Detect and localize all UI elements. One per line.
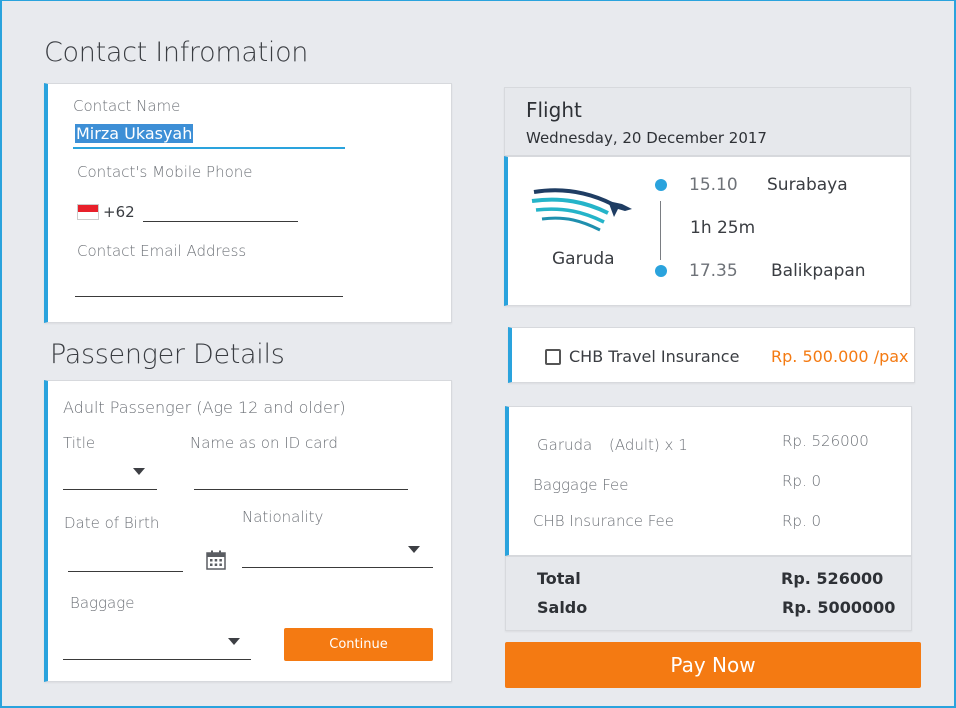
totals-panel: Total Rp. 526000 Saldo Rp. 5000000	[505, 556, 912, 631]
saldo-label: Saldo	[537, 598, 588, 617]
summary-airline-price: Rp. 526000	[782, 432, 869, 450]
summary-passenger-qty: (Adult) x 1	[609, 436, 688, 454]
nationality-select[interactable]	[242, 567, 433, 568]
contact-email-label: Contact Email Address	[77, 242, 247, 260]
summary-baggage-price: Rp. 0	[782, 472, 822, 490]
flight-header: Flight Wednesday, 20 December 2017	[504, 87, 911, 156]
price-summary-card: Garuda (Adult) x 1 Rp. 526000 Baggage Fe…	[505, 406, 912, 556]
summary-insurance-label: CHB Insurance Fee	[533, 512, 674, 530]
chevron-down-icon[interactable]	[228, 638, 240, 645]
chevron-down-icon[interactable]	[408, 546, 420, 553]
indonesia-flag-icon[interactable]	[77, 204, 99, 220]
pay-now-button[interactable]: Pay Now	[505, 642, 921, 688]
name-id-input[interactable]	[194, 489, 408, 490]
saldo-value: Rp. 5000000	[782, 598, 896, 617]
insurance-card: CHB Travel Insurance Rp. 500.000 /pax	[508, 327, 915, 383]
insurance-checkbox[interactable]	[545, 349, 561, 365]
contact-phone-label: Contact's Mobile Phone	[77, 163, 253, 181]
contact-name-underline	[73, 147, 345, 149]
insurance-label: CHB Travel Insurance	[569, 347, 740, 366]
baggage-select[interactable]	[63, 659, 251, 660]
calendar-icon[interactable]	[206, 550, 226, 570]
name-id-label: Name as on ID card	[190, 434, 338, 452]
departure-dot	[655, 179, 667, 191]
dob-label: Date of Birth	[64, 514, 160, 532]
checkout-page: Contact Infromation Contact Name Mirza U…	[0, 0, 956, 708]
passenger-section-title: Passenger Details	[50, 339, 285, 370]
summary-insurance-price: Rp. 0	[782, 512, 822, 530]
arrive-city: Balikpapan	[771, 261, 866, 281]
title-label: Title	[63, 434, 96, 452]
title-select[interactable]	[63, 489, 157, 490]
flight-header-title: Flight	[526, 98, 582, 122]
arrival-dot	[655, 265, 667, 277]
route-line	[660, 201, 661, 260]
contact-section-title: Contact Infromation	[44, 37, 309, 68]
contact-phone-input[interactable]	[143, 221, 298, 222]
contact-name-input[interactable]: Mirza Ukasyah	[75, 124, 194, 143]
summary-airline: Garuda	[537, 436, 593, 454]
phone-prefix: +62	[103, 203, 135, 221]
depart-time: 15.10	[689, 175, 738, 195]
summary-baggage-label: Baggage Fee	[533, 476, 629, 494]
depart-city: Surabaya	[767, 175, 848, 195]
contact-email-input[interactable]	[75, 296, 343, 297]
contact-name-label: Contact Name	[73, 97, 181, 115]
flight-duration: 1h 25m	[690, 218, 756, 238]
arrive-time: 17.35	[689, 261, 738, 281]
flight-card: Garuda 15.10 Surabaya 1h 25m 17.35 Balik…	[504, 156, 911, 306]
contact-card: Contact Name Mirza Ukasyah Contact's Mob…	[44, 83, 452, 323]
dob-input[interactable]	[68, 571, 183, 572]
continue-button[interactable]: Continue	[284, 628, 433, 661]
passenger-card: Adult Passenger (Age 12 and older) Title…	[44, 380, 452, 682]
airline-name: Garuda	[552, 249, 615, 269]
garuda-logo-icon	[530, 187, 636, 237]
adult-passenger-subtitle: Adult Passenger (Age 12 and older)	[63, 398, 346, 417]
total-label: Total	[537, 569, 581, 588]
baggage-label: Baggage	[70, 594, 135, 612]
chevron-down-icon[interactable]	[133, 468, 145, 475]
nationality-label: Nationality	[242, 508, 324, 526]
total-value: Rp. 526000	[781, 569, 884, 588]
flight-date: Wednesday, 20 December 2017	[526, 129, 767, 147]
insurance-price: Rp. 500.000 /pax	[771, 347, 909, 366]
